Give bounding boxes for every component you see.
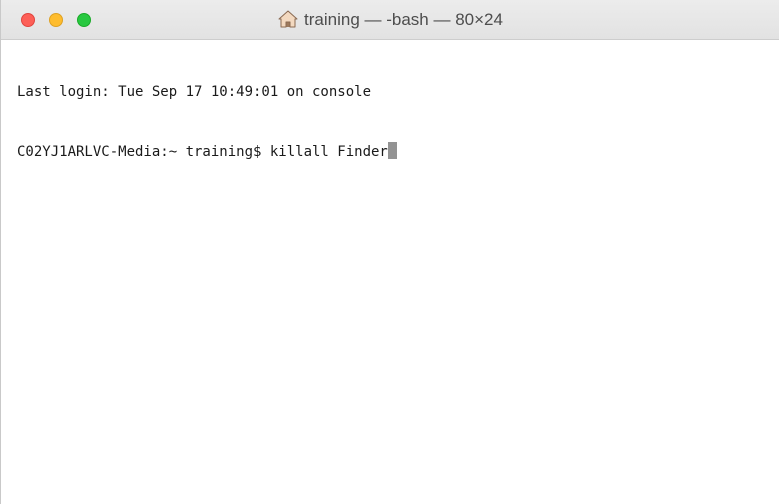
terminal-command: C02YJ1ARLVC-Media:~ training$ killall Fi… [17,144,388,160]
title-bar[interactable]: training — -bash — 80×24 [1,0,779,40]
home-icon [278,10,298,28]
terminal-prompt-line: C02YJ1ARLVC-Media:~ training$ killall Fi… [17,142,771,162]
terminal-window: training — -bash — 80×24 Last login: Tue… [0,0,779,504]
terminal-output[interactable]: Last login: Tue Sep 17 10:49:01 on conso… [17,42,771,202]
text-cursor [387,142,397,159]
terminal-line: Last login: Tue Sep 17 10:49:01 on conso… [17,84,372,100]
window-title: training — -bash — 80×24 [1,10,779,30]
window-title-text: training — -bash — 80×24 [304,10,503,29]
